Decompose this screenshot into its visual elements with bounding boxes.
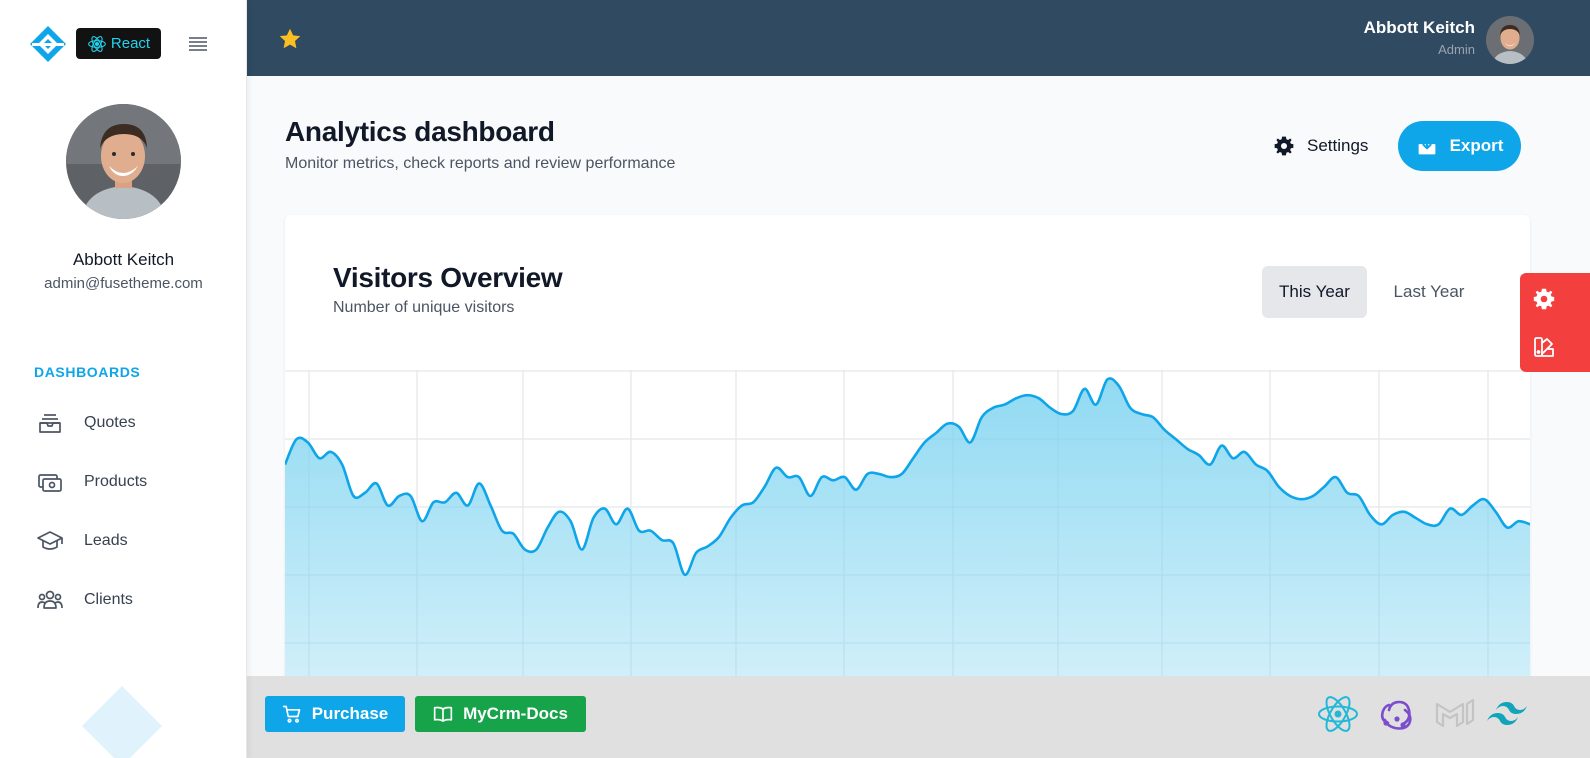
brand-logo[interactable] bbox=[28, 24, 68, 64]
palette-icon[interactable] bbox=[1532, 335, 1556, 359]
academic-cap-icon bbox=[37, 531, 63, 550]
react-logo-icon[interactable] bbox=[1316, 694, 1360, 734]
inbox-stack-icon bbox=[39, 414, 61, 433]
sidebar-item-label: Quotes bbox=[84, 414, 136, 431]
material-ui-logo-icon[interactable] bbox=[1434, 694, 1478, 734]
star-icon[interactable] bbox=[277, 26, 303, 52]
sidebar-item-leads[interactable]: Leads bbox=[24, 519, 234, 563]
visitors-overview-card: Visitors Overview Number of unique visit… bbox=[285, 215, 1530, 676]
docs-button[interactable]: MyCrm-Docs bbox=[415, 696, 586, 732]
sidebar-item-label: Clients bbox=[84, 591, 133, 608]
theme-side-panel bbox=[1520, 273, 1590, 372]
page-title: Analytics dashboard bbox=[285, 116, 555, 147]
user-group-icon bbox=[37, 590, 63, 609]
sidebar-item-label: Products bbox=[84, 473, 148, 490]
tailwind-logo-icon[interactable] bbox=[1485, 694, 1529, 734]
page-subtitle: Monitor metrics, check reports and revie… bbox=[285, 155, 676, 172]
sidebar-item-label: Leads bbox=[84, 532, 128, 549]
sidebar-item-clients[interactable]: Clients bbox=[24, 578, 234, 622]
footer: Purchase MyCrm-Docs bbox=[247, 676, 1590, 758]
gear-icon[interactable] bbox=[1532, 287, 1556, 311]
redux-logo-icon[interactable] bbox=[1375, 694, 1419, 734]
topbar-user-role: Admin bbox=[1438, 42, 1475, 57]
docs-button-label: MyCrm-Docs bbox=[463, 704, 568, 723]
download-tray-icon bbox=[1418, 136, 1435, 155]
visitors-chart bbox=[285, 370, 1530, 676]
sidebar-item-quotes[interactable]: Quotes bbox=[24, 401, 234, 445]
purchase-button[interactable]: Purchase bbox=[265, 696, 405, 732]
tab-this-year[interactable]: This Year bbox=[1262, 266, 1367, 318]
settings-button[interactable]: Settings bbox=[1273, 131, 1368, 161]
export-button[interactable]: Export bbox=[1398, 121, 1521, 171]
settings-button-label: Settings bbox=[1307, 136, 1369, 155]
react-badge: React bbox=[76, 28, 161, 59]
export-button-label: Export bbox=[1449, 136, 1504, 155]
card-title: Visitors Overview bbox=[333, 262, 563, 293]
user-name: Abbott Keitch bbox=[72, 250, 175, 269]
sidebar-item-products[interactable]: Products bbox=[24, 460, 234, 504]
cash-icon bbox=[38, 474, 62, 492]
gear-icon bbox=[1274, 136, 1294, 156]
menu-toggle-icon[interactable] bbox=[186, 32, 210, 54]
card-subtitle: Number of unique visitors bbox=[333, 299, 515, 316]
book-open-icon bbox=[433, 706, 453, 722]
topbar: Abbott Keitch Admin bbox=[247, 0, 1590, 76]
visitors-area bbox=[285, 378, 1530, 676]
main-content: Analytics dashboard Monitor metrics, che… bbox=[247, 76, 1590, 676]
topbar-avatar[interactable] bbox=[1486, 16, 1534, 64]
sidebar: React Abbott Keitch admin@fusetheme.com … bbox=[0, 0, 247, 758]
nav-section-title: DASHBOARDS bbox=[34, 364, 141, 380]
topbar-user-name: Abbott Keitch bbox=[1363, 18, 1475, 37]
user-email: admin@fusetheme.com bbox=[44, 275, 203, 292]
react-badge-label: React bbox=[110, 35, 151, 52]
purchase-button-label: Purchase bbox=[311, 704, 389, 723]
react-icon bbox=[88, 35, 106, 52]
tab-last-year[interactable]: Last Year bbox=[1375, 266, 1483, 318]
user-avatar[interactable] bbox=[66, 104, 181, 219]
brand-watermark-icon bbox=[82, 686, 162, 758]
shopping-cart-icon bbox=[282, 705, 301, 723]
